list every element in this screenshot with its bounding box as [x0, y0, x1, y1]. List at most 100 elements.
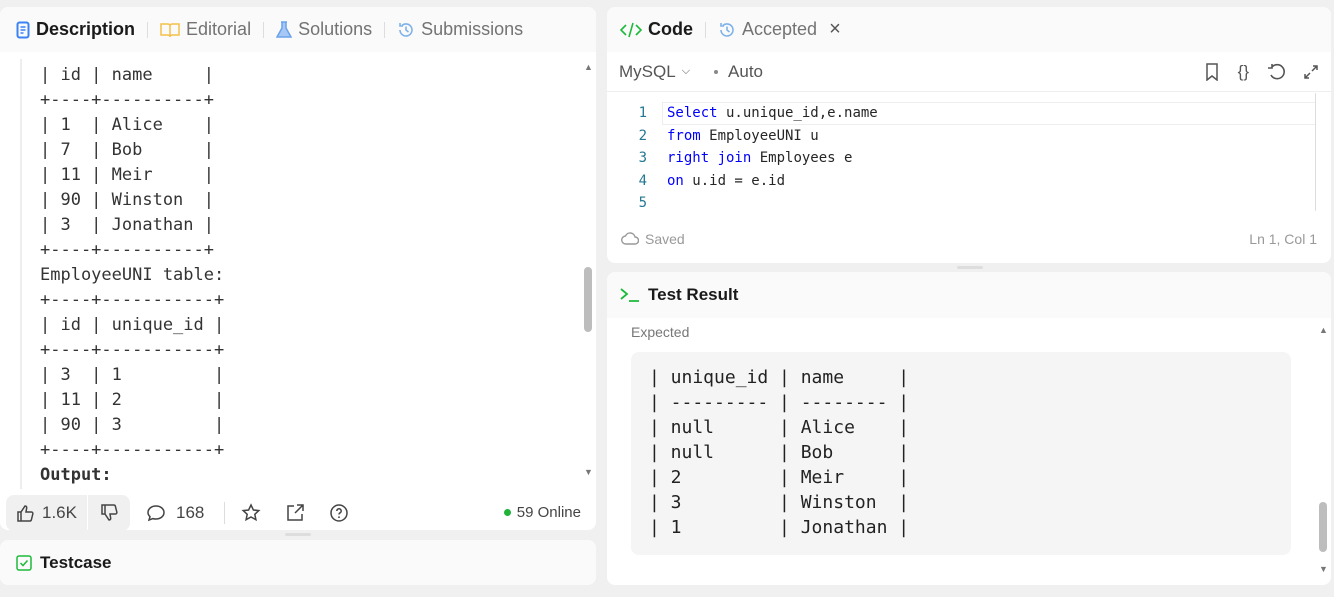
description-line: +----+-----------+: [40, 440, 225, 460]
mode-value: Auto: [728, 61, 764, 81]
bookmark-icon[interactable]: [1204, 62, 1220, 81]
like-count: 1.6K: [42, 502, 77, 522]
description-line: | 1 | Alice |: [40, 115, 214, 135]
save-status: Saved: [645, 231, 685, 247]
tab-label: Editorial: [186, 19, 252, 39]
code-icon: [620, 22, 642, 38]
result-line: | unique_id | name |: [649, 367, 910, 388]
scroll-up-arrow[interactable]: ▲: [1319, 325, 1328, 335]
description-line: +----+-----------+: [40, 340, 225, 360]
description-line: +----+----------+: [40, 90, 214, 110]
result-scrollbar[interactable]: [1319, 502, 1327, 552]
dislike-button[interactable]: [88, 503, 130, 522]
language-select[interactable]: MySQL ⌵: [619, 62, 690, 82]
description-line: | 11 | Meir |: [40, 165, 214, 185]
line-number: 4: [638, 172, 647, 189]
cursor-position: Ln 1, Col 1: [1249, 231, 1317, 247]
resize-handle[interactable]: [285, 533, 311, 536]
code-text: EmployeeUNI u: [700, 127, 819, 144]
star-icon[interactable]: [241, 502, 261, 523]
auto-mode[interactable]: Auto: [714, 62, 763, 82]
description-line: | 3 | Jonathan |: [40, 215, 214, 235]
result-line: | 2 | Meir |: [649, 467, 910, 488]
divider: [384, 21, 386, 38]
tab-label: Solutions: [298, 19, 373, 39]
chevron-down-icon: ⌵: [681, 65, 691, 77]
comments-button[interactable]: 168: [146, 503, 204, 523]
code-line: 4 on u.id = e.id: [607, 170, 1317, 193]
test-result-header: Test Result: [607, 272, 1331, 318]
tab-submissions[interactable]: Submissions: [397, 19, 523, 40]
format-braces-icon[interactable]: {}: [1238, 62, 1249, 82]
tab-description[interactable]: Description: [16, 19, 135, 40]
editor-scrollbar[interactable]: [1315, 93, 1316, 211]
language-value: MySQL: [619, 61, 676, 81]
help-icon[interactable]: [329, 503, 349, 523]
share-icon[interactable]: [285, 503, 305, 523]
testcase-panel[interactable]: Testcase: [0, 540, 596, 585]
code-line: 3 right join Employees e: [607, 147, 1317, 170]
comment-count: 168: [175, 502, 205, 522]
code-line: 5: [607, 192, 1317, 215]
tab-code[interactable]: Code: [620, 19, 693, 40]
line-number: 1: [638, 105, 647, 121]
divider: [147, 21, 149, 38]
divider: [263, 21, 265, 38]
checkbox-icon: [16, 554, 32, 571]
code-tab-bar: Code Accepted ×: [607, 7, 1331, 52]
code-text: u.id = e.id: [683, 172, 786, 189]
tab-solutions[interactable]: Solutions: [276, 19, 372, 40]
vote-group: 1.6K: [6, 494, 130, 530]
tab-label: Accepted: [742, 19, 818, 39]
close-icon[interactable]: ×: [829, 18, 841, 41]
tab-label: Description: [36, 19, 136, 39]
scroll-down-arrow[interactable]: ▼: [1319, 564, 1328, 574]
resize-handle[interactable]: [957, 266, 983, 269]
history-icon: [397, 21, 415, 39]
document-icon: [16, 21, 30, 39]
code-panel: Code Accepted × MySQL ⌵ Auto {} 1 Select …: [607, 7, 1331, 263]
online-indicator: 59 Online: [503, 504, 581, 521]
divider: [705, 21, 706, 38]
thumbs-down-icon: [100, 503, 118, 522]
comment-icon: [146, 504, 166, 522]
description-line: +----+-----------+: [40, 290, 225, 310]
description-scrollbar[interactable]: [584, 267, 592, 332]
reset-icon[interactable]: [1267, 63, 1285, 81]
code-keyword: on: [667, 172, 684, 189]
description-footer: 1.6K 168 59 Online: [0, 490, 596, 530]
expand-icon[interactable]: [1303, 64, 1319, 80]
scroll-up-arrow[interactable]: ▲: [584, 62, 593, 72]
code-keyword: right join: [667, 150, 752, 166]
description-line: | 3 | 1 |: [40, 365, 225, 385]
divider: [224, 501, 226, 524]
expected-label: Expected: [631, 324, 690, 340]
tab-accepted[interactable]: Accepted ×: [718, 18, 841, 41]
description-line: | id | name |: [40, 65, 214, 85]
result-line: | --------- | -------- |: [649, 392, 910, 413]
description-line: Output:: [40, 465, 112, 485]
line-number: 2: [638, 127, 647, 144]
tab-editorial[interactable]: Editorial: [160, 19, 251, 40]
online-count: 59 Online: [516, 504, 581, 521]
editor-status-bar: Saved Ln 1, Col 1: [621, 231, 1317, 247]
history-icon: [718, 21, 736, 39]
flask-icon: [276, 20, 293, 39]
test-result-title: Test Result: [648, 285, 739, 304]
result-line: | 1 | Jonathan |: [649, 517, 910, 538]
result-line: | 3 | Winston |: [649, 492, 910, 513]
thumbs-up-icon: [16, 504, 34, 522]
test-result-panel: Test Result Expected | unique_id | name …: [607, 272, 1331, 585]
cloud-icon: [621, 232, 639, 246]
left-tab-bar: Description Editorial Solutions Submissi…: [0, 7, 596, 52]
like-button[interactable]: 1.6K: [6, 494, 88, 530]
tab-label: Submissions: [421, 19, 524, 39]
testcase-label: Testcase: [40, 552, 112, 572]
line-number: 3: [638, 150, 647, 166]
description-content: | id | name | +----+----------+ | 1 | Alic…: [20, 59, 580, 489]
book-icon: [160, 22, 180, 38]
scroll-down-arrow[interactable]: ▼: [584, 467, 593, 477]
line-number: 5: [638, 195, 647, 211]
description-line: +----+----------+: [40, 240, 214, 260]
dot-icon: [714, 69, 719, 74]
